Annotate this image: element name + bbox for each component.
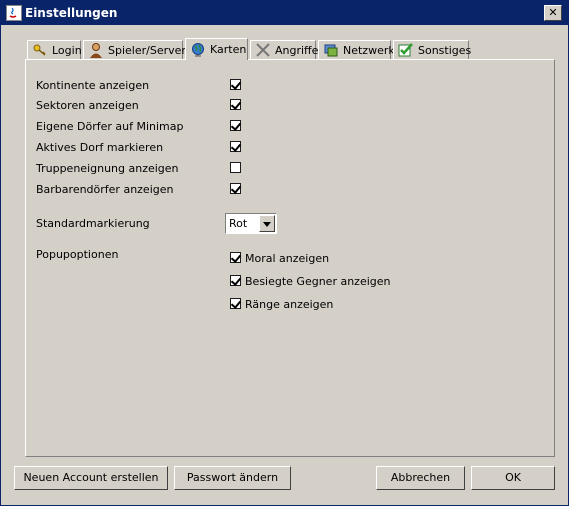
settings-window: Einstellungen ✕ Login Spieler/Server Kar… <box>0 0 569 506</box>
checkbox-show-ranks[interactable] <box>230 298 241 309</box>
checkbox-sectors[interactable] <box>230 99 241 110</box>
popup-label-show-morale: Moral anzeigen <box>245 252 330 265</box>
tab-label: Karten <box>210 43 247 56</box>
player-icon <box>88 42 104 58</box>
standard-marking-label: Standardmarkierung <box>36 217 150 230</box>
option-label-troop-suitability: Truppeneignung anzeigen <box>36 162 179 175</box>
tab-label: Angriffe <box>275 43 319 57</box>
cancel-button[interactable]: Abbrechen <box>376 466 465 490</box>
tab-label: Sonstiges <box>418 43 472 57</box>
tab-angriffe[interactable]: Angriffe <box>250 40 319 59</box>
globe-icon <box>190 42 206 58</box>
option-label-continents: Kontinente anzeigen <box>36 79 150 92</box>
tab-karten[interactable]: Karten <box>185 38 248 60</box>
checkbox-show-defeated-enemies[interactable] <box>230 275 241 286</box>
close-button[interactable]: ✕ <box>544 5 562 21</box>
tab-label: Netzwerk <box>343 43 395 57</box>
checkbox-troop-suitability[interactable] <box>230 162 241 173</box>
chevron-down-icon[interactable] <box>259 215 275 232</box>
checkbox-show-morale[interactable] <box>230 252 241 263</box>
standard-marking-value: Rot <box>229 217 248 230</box>
standard-marking-select[interactable]: Rot <box>225 213 277 234</box>
tab-label: Spieler/Server <box>108 43 186 57</box>
title-bar[interactable]: Einstellungen ✕ <box>1 1 568 25</box>
change-password-button[interactable]: Passwort ändern <box>174 466 291 490</box>
popup-label-show-ranks: Ränge anzeigen <box>245 298 334 311</box>
tab-netzwerk[interactable]: Netzwerk <box>318 40 395 59</box>
key-icon <box>32 42 48 58</box>
tab-label: Login <box>52 43 82 57</box>
option-label-sectors: Sektoren anzeigen <box>36 99 139 112</box>
java-app-icon <box>6 5 22 21</box>
checkbox-mark-active-village[interactable] <box>230 141 241 152</box>
network-icon <box>323 42 339 58</box>
checkbox-continents[interactable] <box>230 79 241 90</box>
swords-icon <box>255 42 271 58</box>
tab-spieler-server[interactable]: Spieler/Server <box>83 40 186 59</box>
checkbox-own-villages-minimap[interactable] <box>230 120 241 131</box>
checkbox-barbarian-villages[interactable] <box>230 183 241 194</box>
checkmark-icon <box>398 42 414 58</box>
tab-login[interactable]: Login <box>27 40 82 59</box>
window-title: Einstellungen <box>25 6 118 20</box>
option-label-own-villages-minimap: Eigene Dörfer auf Minimap <box>36 120 184 133</box>
popup-label-show-defeated-enemies: Besiegte Gegner anzeigen <box>245 275 391 288</box>
close-icon: ✕ <box>548 6 558 19</box>
tab-sonstiges[interactable]: Sonstiges <box>393 40 472 59</box>
popup-options-label: Popupoptionen <box>36 248 119 261</box>
option-label-barbarian-villages: Barbarendörfer anzeigen <box>36 183 174 196</box>
new-account-button[interactable]: Neuen Account erstellen <box>14 466 168 490</box>
option-label-mark-active-village: Aktives Dorf markieren <box>36 141 164 154</box>
ok-button[interactable]: OK <box>471 466 555 490</box>
